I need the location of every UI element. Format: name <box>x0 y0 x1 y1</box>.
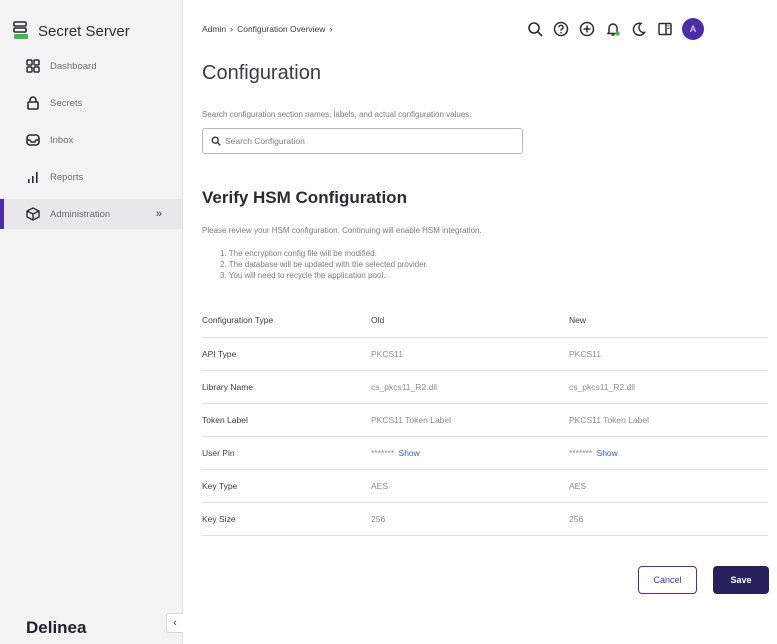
theme-toggle-button[interactable] <box>626 16 652 42</box>
plus-circle-icon <box>579 21 595 37</box>
top-toolbar: A <box>522 16 704 42</box>
old-value: PKCS11 Token Label <box>371 403 569 437</box>
search-icon <box>528 22 543 37</box>
collapse-sidebar-button[interactable]: ‹ <box>166 613 183 633</box>
chevron-right-icon: › <box>329 24 333 34</box>
side-panel-icon <box>658 22 672 36</box>
config-key: Token Label <box>202 403 371 437</box>
avatar[interactable]: A <box>682 18 704 40</box>
search-icon <box>211 136 221 146</box>
chevron-right-icon: › <box>230 24 234 34</box>
sidebar-item-label: Secrets <box>50 97 83 109</box>
masked-pin: ******* <box>569 447 593 458</box>
bar-chart-icon <box>28 172 38 183</box>
new-value: PKCS11 Token Label <box>569 403 768 437</box>
old-value: PKCS11 <box>371 337 569 371</box>
show-old-pin-link[interactable]: Show <box>399 448 420 458</box>
table-header-row: Configuration Type Old New <box>202 304 768 338</box>
new-value: AES <box>569 469 768 503</box>
cancel-button[interactable]: Cancel <box>638 566 697 594</box>
sidebar-item-label: Administration <box>50 208 111 220</box>
sidebar-item-dashboard[interactable]: Dashboard <box>0 51 182 81</box>
inbox-icon <box>26 134 40 146</box>
secret-server-logo-icon <box>13 21 28 39</box>
help-button[interactable] <box>548 16 574 42</box>
step-item: 2. The database will be updated with the… <box>220 260 428 269</box>
dashboard-icon <box>26 59 40 73</box>
sidebar-item-label: Reports <box>50 171 84 183</box>
config-key: Key Size <box>202 502 371 536</box>
table-row: Key Size 256 256 <box>202 502 768 536</box>
delinea-logo: Delinea <box>26 618 87 637</box>
breadcrumb: Admin › Configuration Overview › <box>202 24 332 34</box>
table-row: Key Type AES AES <box>202 469 768 503</box>
panel-toggle-button[interactable] <box>652 16 678 42</box>
breadcrumb-configuration-overview[interactable]: Configuration Overview <box>237 24 325 34</box>
new-value-cell: ******* Show <box>569 436 768 470</box>
old-value: AES <box>371 469 569 503</box>
config-key: API Type <box>202 337 371 371</box>
brand[interactable]: Secret Server <box>12 20 130 42</box>
new-value: cs_pkcs11_R2.dll <box>569 370 768 404</box>
save-button[interactable]: Save <box>713 566 769 594</box>
bell-icon <box>606 23 620 36</box>
new-value: PKCS11 <box>569 337 768 371</box>
column-header: Configuration Type <box>202 304 371 338</box>
help-icon <box>553 21 569 37</box>
old-value: 256 <box>371 502 569 536</box>
lock-icon <box>27 96 39 110</box>
add-button[interactable] <box>574 16 600 42</box>
sidebar-item-label: Dashboard <box>50 60 97 72</box>
cube-icon <box>26 207 40 221</box>
step-item: 1. The encryption config file will be mo… <box>220 249 377 258</box>
hsm-config-table: Configuration Type Old New API Type PKCS… <box>202 304 768 536</box>
steps-list: 1. The encryption config file will be mo… <box>220 248 428 281</box>
column-header: New <box>569 304 768 338</box>
sidebar-item-reports[interactable]: Reports <box>0 162 182 192</box>
breadcrumb-admin[interactable]: Admin <box>202 24 226 34</box>
table-row: Token Label PKCS11 Token Label PKCS11 To… <box>202 403 768 437</box>
page-title: Configuration <box>202 62 321 84</box>
config-key: Library Name <box>202 370 371 404</box>
notifications-button[interactable] <box>600 16 626 42</box>
sidebar: Secret Server Dashboard Secrets Inbox Re… <box>0 0 183 644</box>
sidebar-item-administration[interactable]: Administration » <box>0 199 182 229</box>
table-row: User Pin ******* Show ******* Show <box>202 436 768 470</box>
search-description: Search configuration section names, labe… <box>202 110 472 119</box>
section-description: Please review your HSM configuration. Co… <box>202 226 482 235</box>
search-button[interactable] <box>522 16 548 42</box>
step-item: 3. You will need to recycle the applicat… <box>220 271 386 280</box>
config-key: Key Type <box>202 469 371 503</box>
sidebar-item-label: Inbox <box>50 134 74 146</box>
moon-icon <box>632 22 646 37</box>
app-name: Secret Server <box>38 22 130 40</box>
column-header: Old <box>371 304 569 338</box>
search-configuration-input[interactable] <box>225 136 505 146</box>
new-value: 256 <box>569 502 768 536</box>
sidebar-item-inbox[interactable]: Inbox <box>0 125 182 155</box>
old-value: cs_pkcs11_R2.dll <box>371 370 569 404</box>
table-row: Library Name cs_pkcs11_R2.dll cs_pkcs11_… <box>202 370 768 404</box>
section-title: Verify HSM Configuration <box>202 188 407 207</box>
show-new-pin-link[interactable]: Show <box>597 448 618 458</box>
masked-pin: ******* <box>371 447 395 458</box>
search-configuration-box[interactable] <box>202 128 523 154</box>
config-key: User Pin <box>202 436 371 470</box>
sidebar-item-secrets[interactable]: Secrets <box>0 88 182 118</box>
table-row: API Type PKCS11 PKCS11 <box>202 337 768 371</box>
old-value-cell: ******* Show <box>371 436 569 470</box>
expand-chevron-icon[interactable]: » <box>156 208 162 220</box>
